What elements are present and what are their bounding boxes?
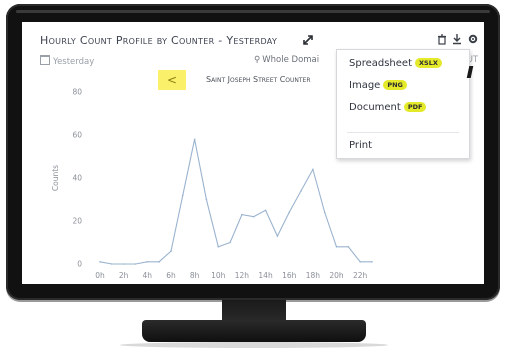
data-point bbox=[158, 261, 160, 263]
data-point bbox=[99, 261, 101, 263]
data-point bbox=[371, 261, 373, 263]
data-point bbox=[300, 190, 302, 192]
x-tick-label: 22h bbox=[353, 271, 368, 280]
x-tick-label: 20h bbox=[329, 271, 344, 280]
y-tick-label: 80 bbox=[72, 88, 82, 97]
png-badge: PNG bbox=[383, 80, 407, 90]
data-point bbox=[312, 168, 314, 171]
data-point bbox=[252, 215, 255, 218]
menu-item-label: Spreadsheet bbox=[349, 58, 412, 69]
x-tick-label: 18h bbox=[306, 271, 321, 280]
menu-item-label: Print bbox=[349, 140, 373, 151]
dashboard-screen: Hourly Count Profile by Counter - Yester… bbox=[22, 22, 484, 284]
data-point bbox=[170, 250, 172, 252]
y-tick-label: 40 bbox=[72, 174, 82, 183]
data-point bbox=[146, 261, 149, 263]
data-point bbox=[288, 211, 291, 214]
menu-divider bbox=[347, 132, 459, 133]
menu-item-image[interactable]: Image PNG bbox=[349, 80, 407, 91]
monitor-neck bbox=[222, 300, 286, 322]
menu-item-print[interactable]: Print bbox=[349, 140, 372, 151]
data-point bbox=[122, 263, 125, 265]
data-point bbox=[347, 246, 350, 248]
y-axis-title: Counts bbox=[51, 165, 60, 191]
stage: Hourly Count Profile by Counter - Yester… bbox=[0, 0, 507, 354]
x-tick-label: 6h bbox=[166, 271, 176, 280]
counts-series-points bbox=[99, 138, 373, 265]
y-tick-label: 0 bbox=[77, 260, 82, 269]
data-point bbox=[111, 263, 113, 265]
y-tick-label: 20 bbox=[72, 217, 82, 226]
export-menu: Spreadsheet XSLX Image PNG Document PDF Pri… bbox=[336, 49, 470, 159]
data-point bbox=[323, 211, 326, 214]
data-point bbox=[276, 235, 279, 237]
data-point bbox=[264, 209, 267, 212]
stand-shadow bbox=[120, 342, 388, 348]
counts-series-line bbox=[99, 139, 372, 265]
menu-item-label: Document bbox=[349, 102, 401, 113]
x-tick-label: 12h bbox=[235, 271, 250, 280]
x-tick-label: 8h bbox=[190, 271, 200, 280]
x-tick-label: 4h bbox=[143, 271, 153, 280]
x-tick-label: 0h bbox=[95, 271, 105, 280]
data-point bbox=[134, 263, 137, 265]
data-point bbox=[335, 246, 338, 248]
x-tick-label: 2h bbox=[119, 271, 129, 280]
y-axis-ticks: 0 20 40 60 80 bbox=[72, 88, 82, 269]
bezel-highlight bbox=[16, 10, 490, 13]
menu-item-spreadsheet[interactable]: Spreadsheet XSLX bbox=[349, 58, 442, 69]
monitor-frame: Hourly Count Profile by Counter - Yester… bbox=[6, 4, 500, 300]
menu-item-document[interactable]: Document PDF bbox=[349, 102, 427, 113]
data-point bbox=[205, 198, 208, 201]
data-point bbox=[193, 138, 196, 141]
data-point bbox=[229, 241, 231, 244]
x-axis-ticks: 0h 2h 4h 6h 8h 10h 12h 14h 16h 18h 20h 22h bbox=[95, 271, 367, 280]
pdf-badge: PDF bbox=[403, 102, 427, 112]
monitor-stand bbox=[142, 320, 366, 342]
x-tick-label: 14h bbox=[258, 271, 273, 280]
menu-item-label: Image bbox=[349, 80, 381, 91]
y-tick-label: 60 bbox=[72, 131, 82, 140]
x-tick-label: 16h bbox=[282, 271, 297, 280]
x-tick-label: 10h bbox=[211, 271, 226, 280]
data-point bbox=[217, 246, 220, 248]
data-point bbox=[241, 213, 243, 216]
data-point bbox=[181, 194, 184, 196]
xslx-badge: XSLX bbox=[415, 58, 442, 68]
data-point bbox=[359, 261, 361, 263]
